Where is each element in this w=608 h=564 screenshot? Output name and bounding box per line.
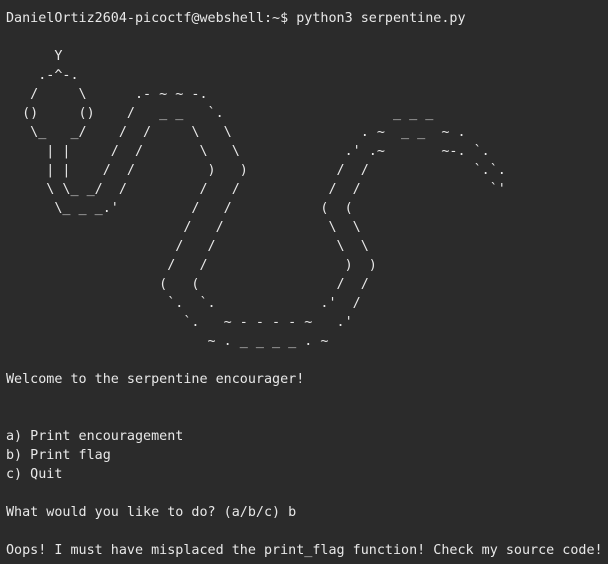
shell-prompt: DanielOrtiz2604-picoctf@webshell:~$: [6, 11, 289, 26]
menu-option-c: c) Quit: [6, 467, 63, 482]
menu-option-a: a) Print encouragement: [6, 429, 184, 444]
menu-option-b: b) Print flag: [6, 448, 111, 463]
terminal-window[interactable]: DanielOrtiz2604-picoctf@webshell:~$ pyth…: [0, 0, 608, 564]
program-response: Oops! I must have misplaced the print_fl…: [6, 543, 603, 558]
welcome-message: Welcome to the serpentine encourager!: [6, 372, 305, 387]
command-text: python3 serpentine.py: [296, 11, 466, 26]
serpent-ascii-art: Y .-^-. / \ .- ~ ~ -. () () / _ _ `. _ _…: [22, 49, 506, 349]
menu-question: What would you like to do? (a/b/c) b: [6, 505, 297, 520]
command-line: DanielOrtiz2604-picoctf@webshell:~$ pyth…: [6, 9, 608, 28]
